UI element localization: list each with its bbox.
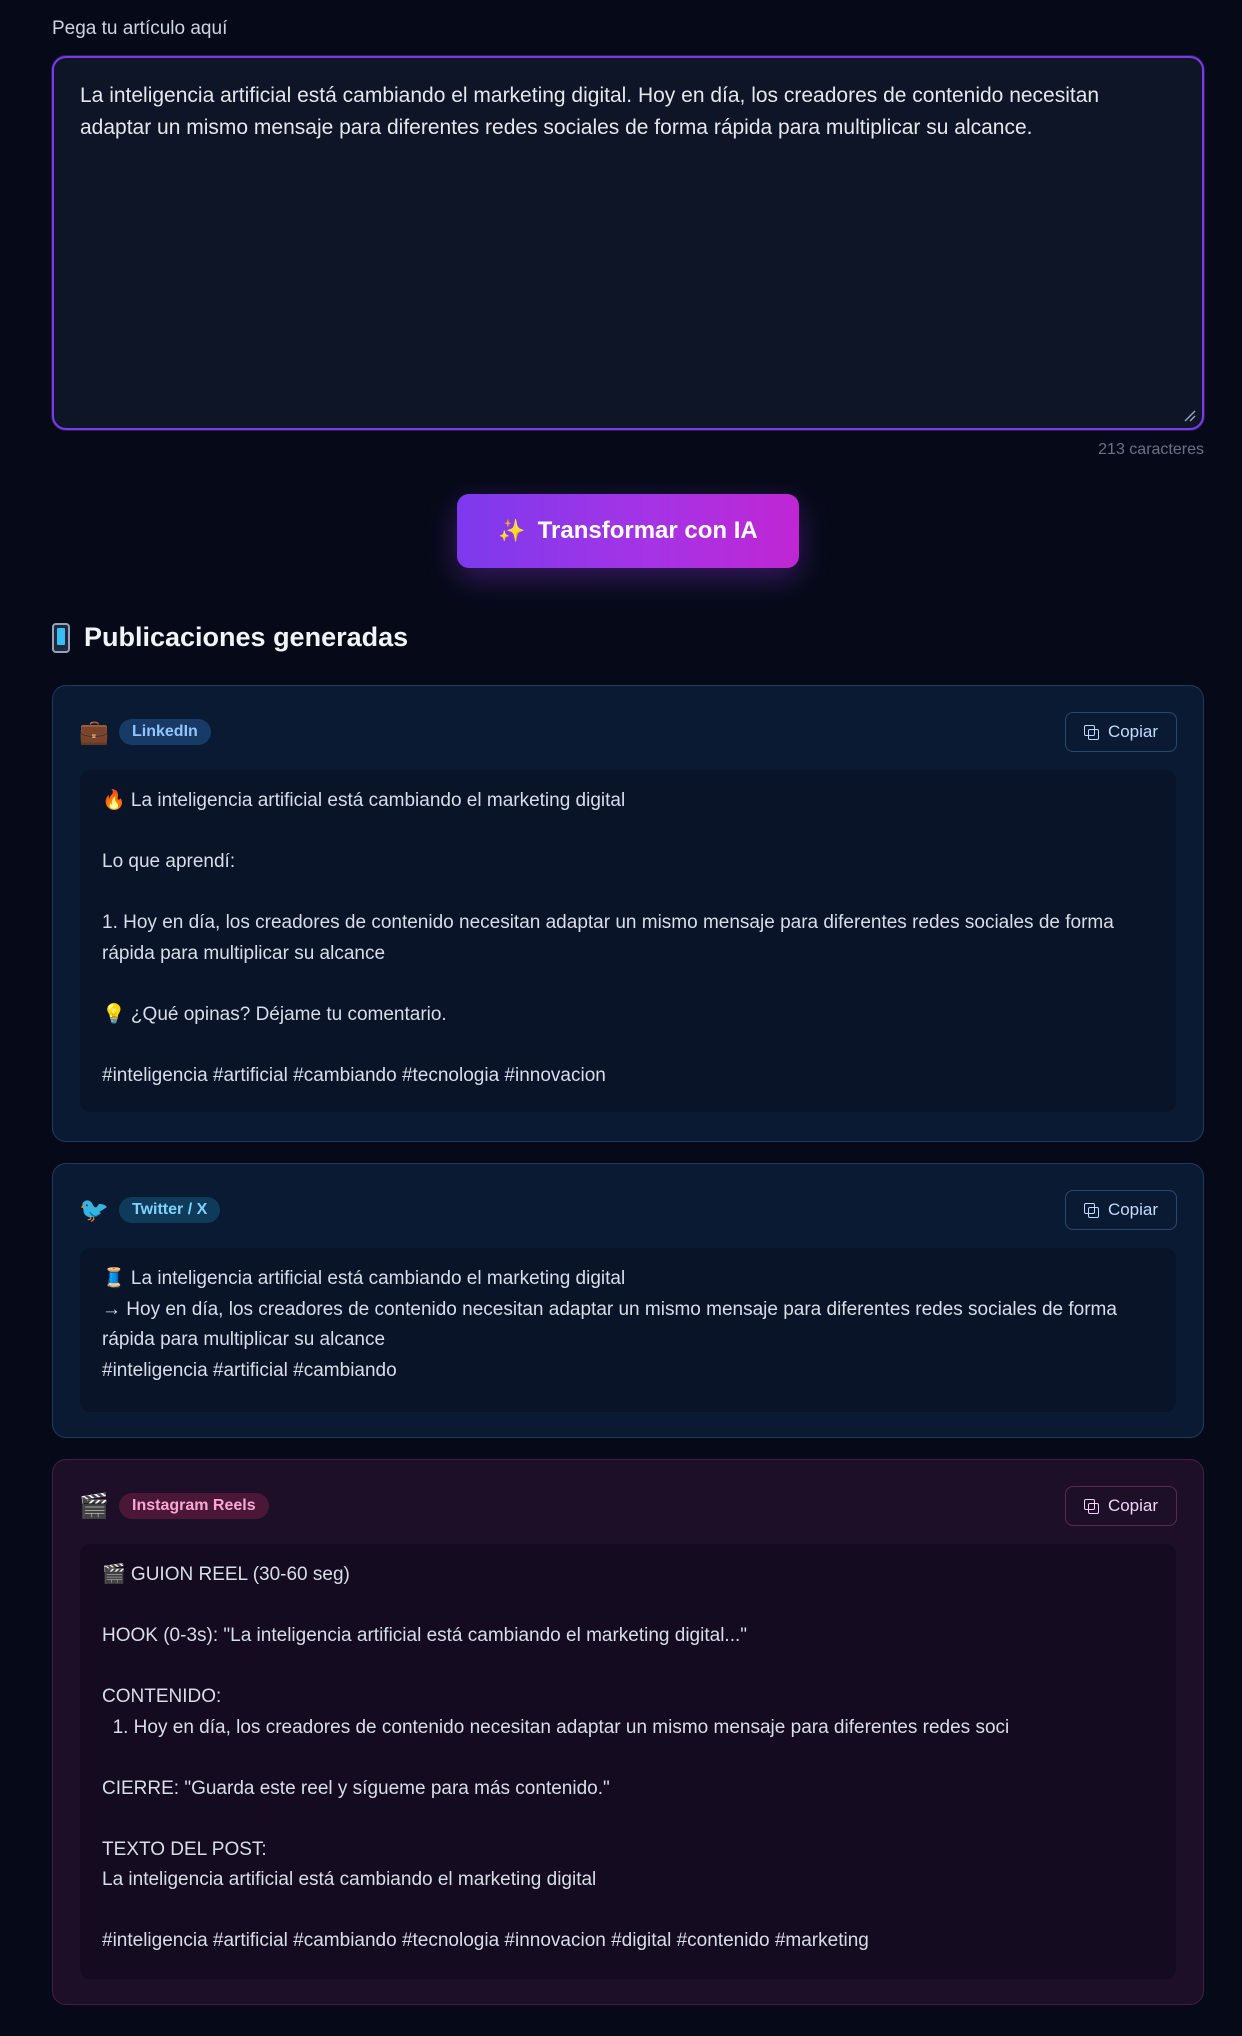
transform-button-label: Transformar con IA	[537, 517, 758, 544]
copy-button-twitter[interactable]: Copiar	[1065, 1190, 1177, 1230]
linkedin-card: 💼 LinkedIn Copiar 🔥 La inteligencia arti…	[52, 685, 1204, 1142]
article-textarea-value[interactable]: La inteligencia artificial está cambiand…	[54, 58, 1202, 166]
article-textarea[interactable]: La inteligencia artificial está cambiand…	[52, 56, 1204, 430]
mobile-phone-icon	[52, 622, 70, 653]
copy-icon	[1083, 1203, 1099, 1218]
twitter-post-text: 🧵 La inteligencia artificial está cambia…	[80, 1248, 1176, 1412]
card-header: 🎬 Instagram Reels Copiar	[79, 1486, 1177, 1526]
transform-button[interactable]: ✨ Transformar con IA	[457, 494, 799, 568]
copy-button-label: Copiar	[1107, 1496, 1159, 1515]
copy-icon	[1083, 725, 1099, 740]
copy-button-linkedin[interactable]: Copiar	[1065, 712, 1177, 752]
briefcase-icon: 💼	[79, 718, 109, 746]
instagram-card: 🎬 Instagram Reels Copiar 🎬 GUION REEL (3…	[52, 1459, 1204, 2005]
platform-badge-instagram: Instagram Reels	[119, 1493, 269, 1519]
platform-badge-twitter: Twitter / X	[119, 1197, 221, 1223]
twitter-card: 🐦 Twitter / X Copiar 🧵 La inteligencia a…	[52, 1163, 1204, 1438]
copy-icon	[1083, 1499, 1099, 1514]
page: Pega tu artículo aquí La inteligencia ar…	[0, 0, 1242, 2036]
card-header: 🐦 Twitter / X Copiar	[79, 1190, 1177, 1230]
instagram-post-text: 🎬 GUION REEL (30-60 seg) HOOK (0-3s): "L…	[80, 1544, 1176, 1979]
char-count: 213 caracteres	[1098, 441, 1204, 458]
copy-button-label: Copiar	[1107, 1200, 1159, 1219]
article-input-label: Pega tu artículo aquí	[52, 18, 228, 39]
resize-handle-icon[interactable]	[1182, 408, 1196, 422]
clapperboard-icon: 🎬	[79, 1492, 109, 1520]
bird-icon: 🐦	[79, 1196, 109, 1224]
results-heading: Publicaciones generadas	[52, 622, 408, 653]
copy-button-instagram[interactable]: Copiar	[1065, 1486, 1177, 1526]
sparkle-icon: ✨	[498, 518, 526, 543]
copy-button-label: Copiar	[1107, 722, 1159, 741]
linkedin-post-text: 🔥 La inteligencia artificial está cambia…	[80, 770, 1176, 1112]
results-title: Publicaciones generadas	[84, 622, 409, 652]
platform-badge-linkedin: LinkedIn	[119, 719, 211, 745]
card-header: 💼 LinkedIn Copiar	[79, 712, 1177, 752]
